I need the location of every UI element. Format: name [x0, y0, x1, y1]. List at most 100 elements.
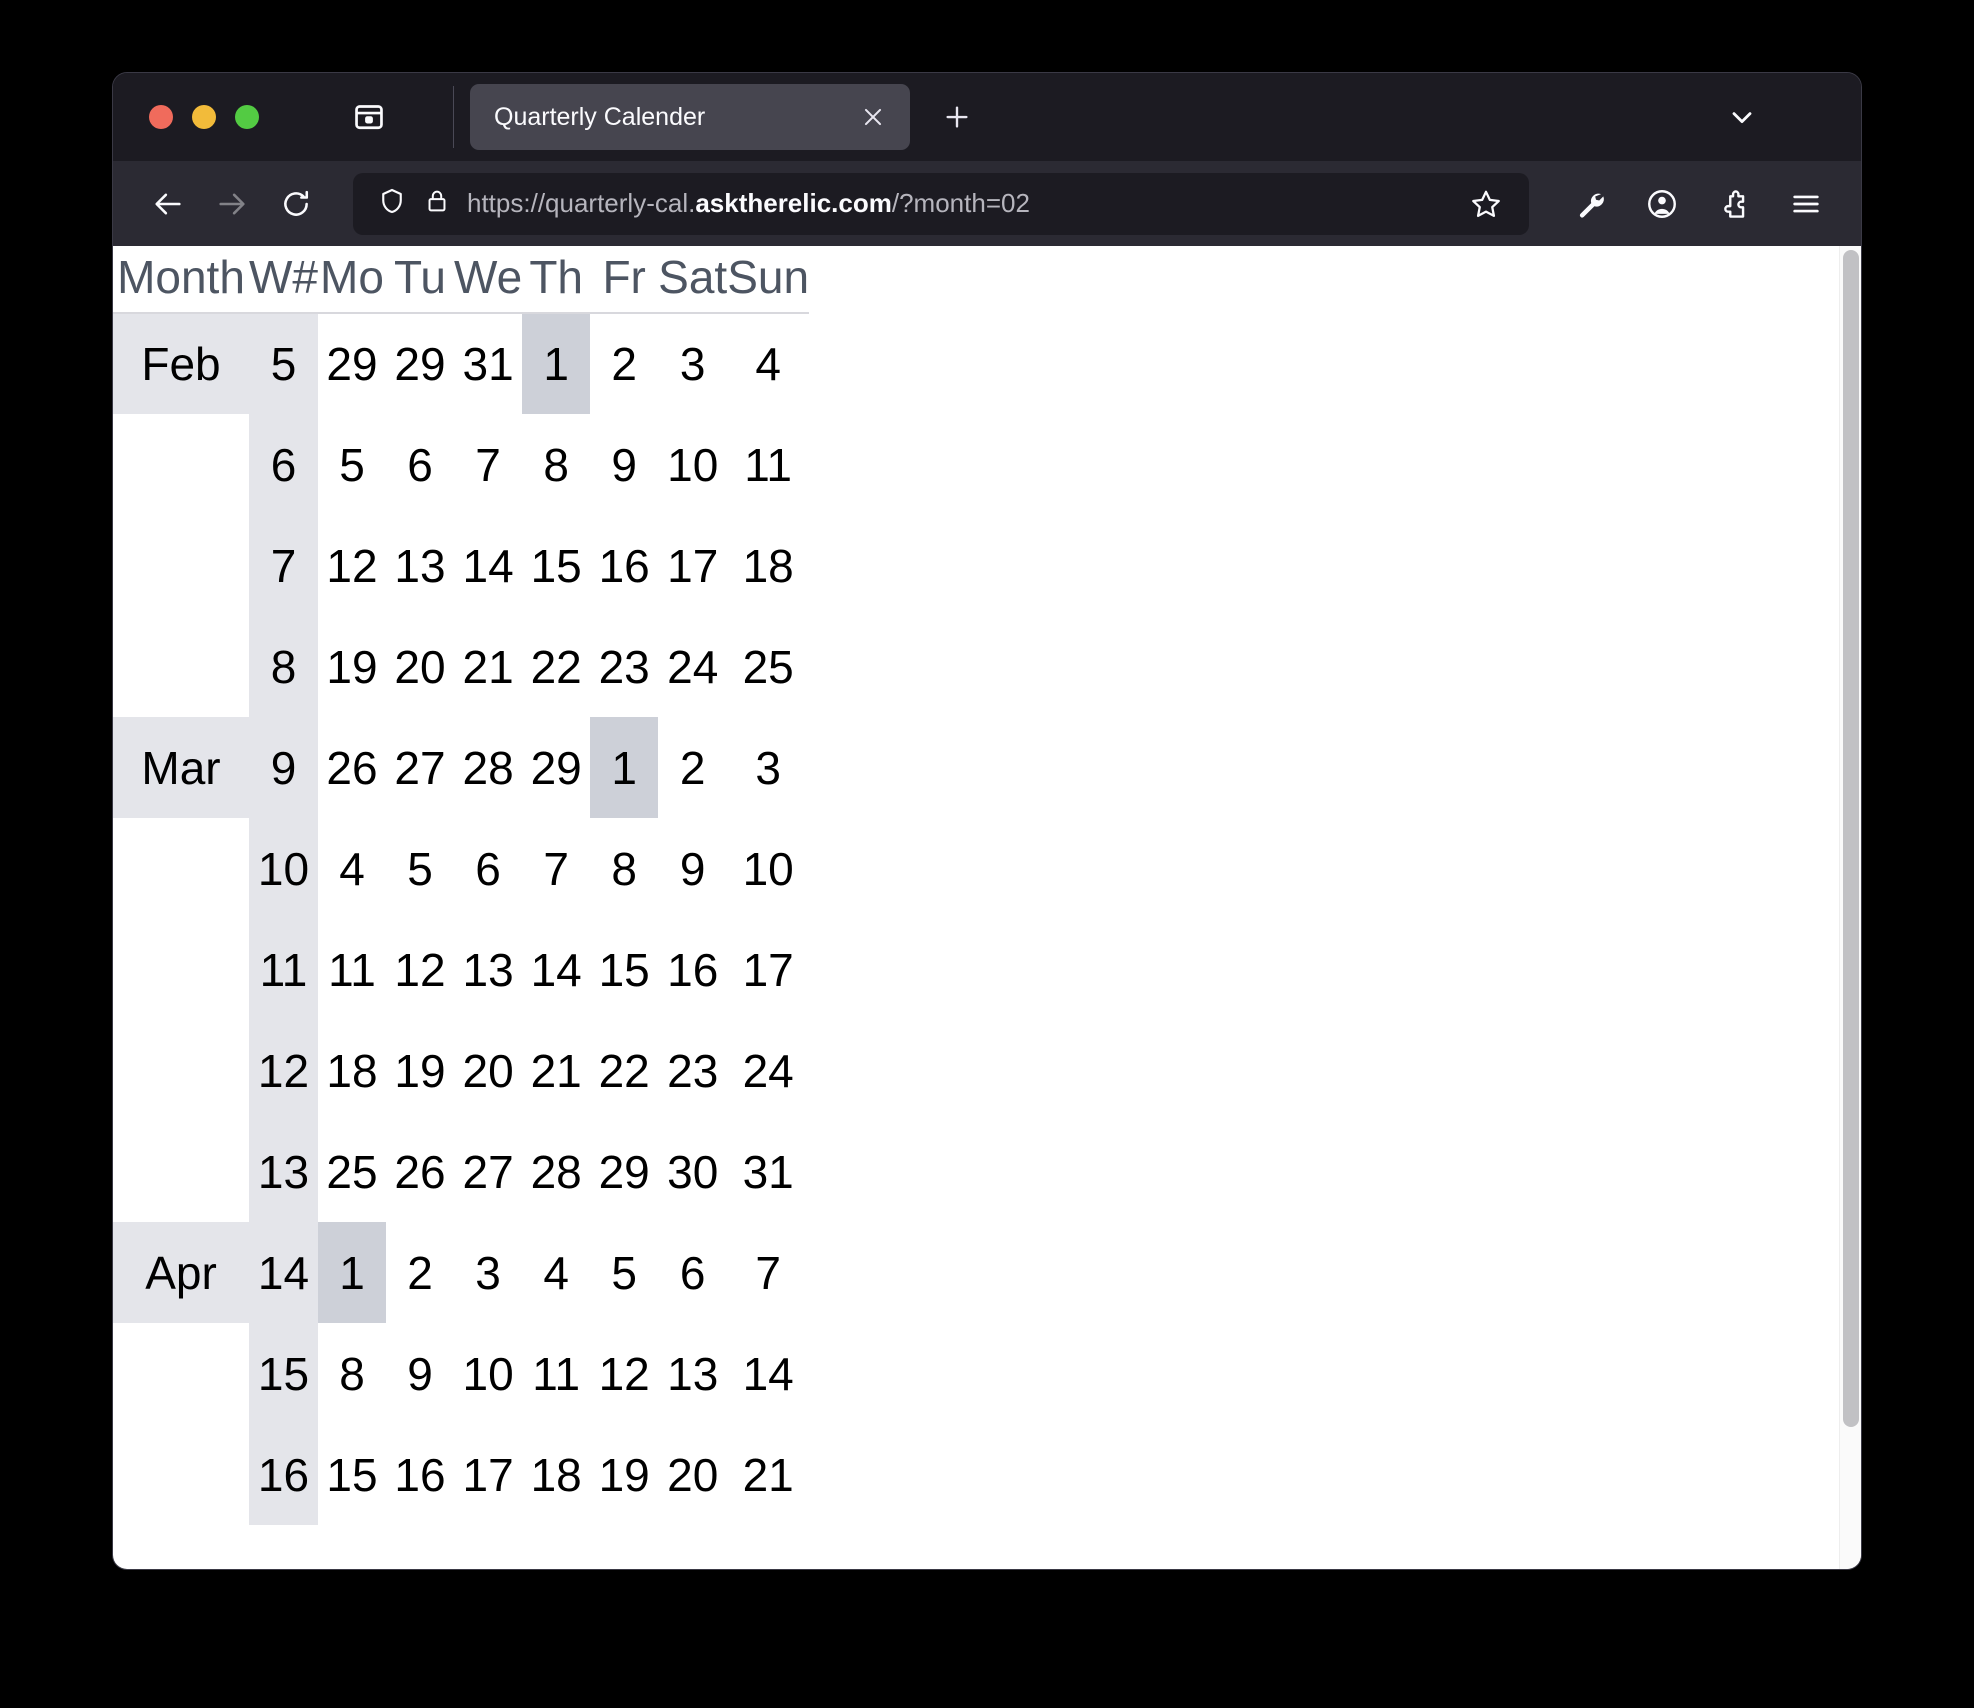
- day-cell[interactable]: 18: [727, 515, 809, 616]
- day-cell[interactable]: 3: [454, 1222, 522, 1323]
- day-cell[interactable]: 29: [386, 313, 454, 414]
- day-cell[interactable]: 7: [522, 818, 590, 919]
- day-cell[interactable]: 14: [522, 919, 590, 1020]
- day-cell[interactable]: 4: [318, 818, 386, 919]
- day-cell[interactable]: 8: [590, 818, 658, 919]
- day-cell[interactable]: 21: [522, 1020, 590, 1121]
- day-cell[interactable]: 2: [658, 717, 727, 818]
- day-cell[interactable]: 17: [727, 919, 809, 1020]
- day-cell[interactable]: 28: [522, 1121, 590, 1222]
- close-tab-button[interactable]: [854, 98, 892, 136]
- day-cell[interactable]: 4: [727, 313, 809, 414]
- day-cell[interactable]: 31: [454, 313, 522, 414]
- day-cell[interactable]: 7: [727, 1222, 809, 1323]
- day-cell[interactable]: 9: [386, 1323, 454, 1424]
- day-cell[interactable]: 11: [318, 919, 386, 1020]
- day-cell[interactable]: 23: [590, 616, 658, 717]
- close-window-button[interactable]: [149, 105, 173, 129]
- browser-tab[interactable]: Quarterly Calender: [470, 84, 910, 150]
- day-cell[interactable]: 15: [522, 515, 590, 616]
- chevron-down-icon[interactable]: [1719, 94, 1765, 140]
- day-cell[interactable]: 18: [318, 1020, 386, 1121]
- day-cell[interactable]: 12: [318, 515, 386, 616]
- day-cell[interactable]: 1: [522, 313, 590, 414]
- star-icon[interactable]: [1463, 181, 1509, 227]
- wrench-icon[interactable]: [1561, 175, 1619, 233]
- day-cell[interactable]: 28: [454, 717, 522, 818]
- day-cell[interactable]: 12: [386, 919, 454, 1020]
- day-cell[interactable]: 11: [727, 414, 809, 515]
- day-cell[interactable]: 20: [386, 616, 454, 717]
- day-cell[interactable]: 29: [318, 313, 386, 414]
- day-cell[interactable]: 23: [658, 1020, 727, 1121]
- day-cell[interactable]: 31: [727, 1121, 809, 1222]
- day-cell[interactable]: 10: [454, 1323, 522, 1424]
- day-cell[interactable]: 21: [727, 1424, 809, 1525]
- day-cell[interactable]: 5: [318, 414, 386, 515]
- day-cell[interactable]: 15: [318, 1424, 386, 1525]
- day-cell[interactable]: 20: [454, 1020, 522, 1121]
- hamburger-menu-icon[interactable]: [1777, 175, 1835, 233]
- day-cell[interactable]: 19: [590, 1424, 658, 1525]
- day-cell[interactable]: 13: [658, 1323, 727, 1424]
- day-cell[interactable]: 16: [386, 1424, 454, 1525]
- day-cell[interactable]: 5: [590, 1222, 658, 1323]
- day-cell[interactable]: 30: [658, 1121, 727, 1222]
- lock-icon[interactable]: [423, 187, 451, 220]
- day-cell[interactable]: 24: [658, 616, 727, 717]
- new-tab-button[interactable]: [932, 92, 982, 142]
- day-cell[interactable]: 22: [590, 1020, 658, 1121]
- day-cell[interactable]: 7: [454, 414, 522, 515]
- page-scrollbar[interactable]: [1839, 246, 1861, 1569]
- day-cell[interactable]: 3: [727, 717, 809, 818]
- day-cell[interactable]: 1: [590, 717, 658, 818]
- day-cell[interactable]: 14: [454, 515, 522, 616]
- day-cell[interactable]: 3: [658, 313, 727, 414]
- day-cell[interactable]: 13: [454, 919, 522, 1020]
- day-cell[interactable]: 10: [727, 818, 809, 919]
- day-cell[interactable]: 1: [318, 1222, 386, 1323]
- day-cell[interactable]: 26: [386, 1121, 454, 1222]
- url-bar[interactable]: https://quarterly-cal.asktherelic.com/?m…: [353, 173, 1529, 235]
- day-cell[interactable]: 12: [590, 1323, 658, 1424]
- forward-button[interactable]: [203, 175, 261, 233]
- minimize-window-button[interactable]: [192, 105, 216, 129]
- day-cell[interactable]: 6: [454, 818, 522, 919]
- day-cell[interactable]: 24: [727, 1020, 809, 1121]
- day-cell[interactable]: 25: [318, 1121, 386, 1222]
- shield-icon[interactable]: [377, 186, 407, 221]
- reload-button[interactable]: [267, 175, 325, 233]
- day-cell[interactable]: 19: [318, 616, 386, 717]
- sidebar-icon[interactable]: [347, 95, 391, 139]
- day-cell[interactable]: 13: [386, 515, 454, 616]
- day-cell[interactable]: 25: [727, 616, 809, 717]
- day-cell[interactable]: 4: [522, 1222, 590, 1323]
- day-cell[interactable]: 5: [386, 818, 454, 919]
- day-cell[interactable]: 21: [454, 616, 522, 717]
- day-cell[interactable]: 20: [658, 1424, 727, 1525]
- day-cell[interactable]: 27: [454, 1121, 522, 1222]
- day-cell[interactable]: 29: [522, 717, 590, 818]
- day-cell[interactable]: 8: [318, 1323, 386, 1424]
- puzzle-piece-icon[interactable]: [1705, 175, 1763, 233]
- day-cell[interactable]: 9: [658, 818, 727, 919]
- day-cell[interactable]: 22: [522, 616, 590, 717]
- url-text[interactable]: https://quarterly-cal.asktherelic.com/?m…: [467, 188, 1447, 219]
- day-cell[interactable]: 8: [522, 414, 590, 515]
- day-cell[interactable]: 10: [658, 414, 727, 515]
- scrollbar-thumb[interactable]: [1843, 250, 1859, 1427]
- day-cell[interactable]: 16: [590, 515, 658, 616]
- day-cell[interactable]: 11: [522, 1323, 590, 1424]
- day-cell[interactable]: 16: [658, 919, 727, 1020]
- day-cell[interactable]: 15: [590, 919, 658, 1020]
- back-button[interactable]: [139, 175, 197, 233]
- day-cell[interactable]: 6: [386, 414, 454, 515]
- maximize-window-button[interactable]: [235, 105, 259, 129]
- day-cell[interactable]: 17: [454, 1424, 522, 1525]
- day-cell[interactable]: 2: [590, 313, 658, 414]
- day-cell[interactable]: 29: [590, 1121, 658, 1222]
- day-cell[interactable]: 6: [658, 1222, 727, 1323]
- day-cell[interactable]: 18: [522, 1424, 590, 1525]
- day-cell[interactable]: 19: [386, 1020, 454, 1121]
- day-cell[interactable]: 26: [318, 717, 386, 818]
